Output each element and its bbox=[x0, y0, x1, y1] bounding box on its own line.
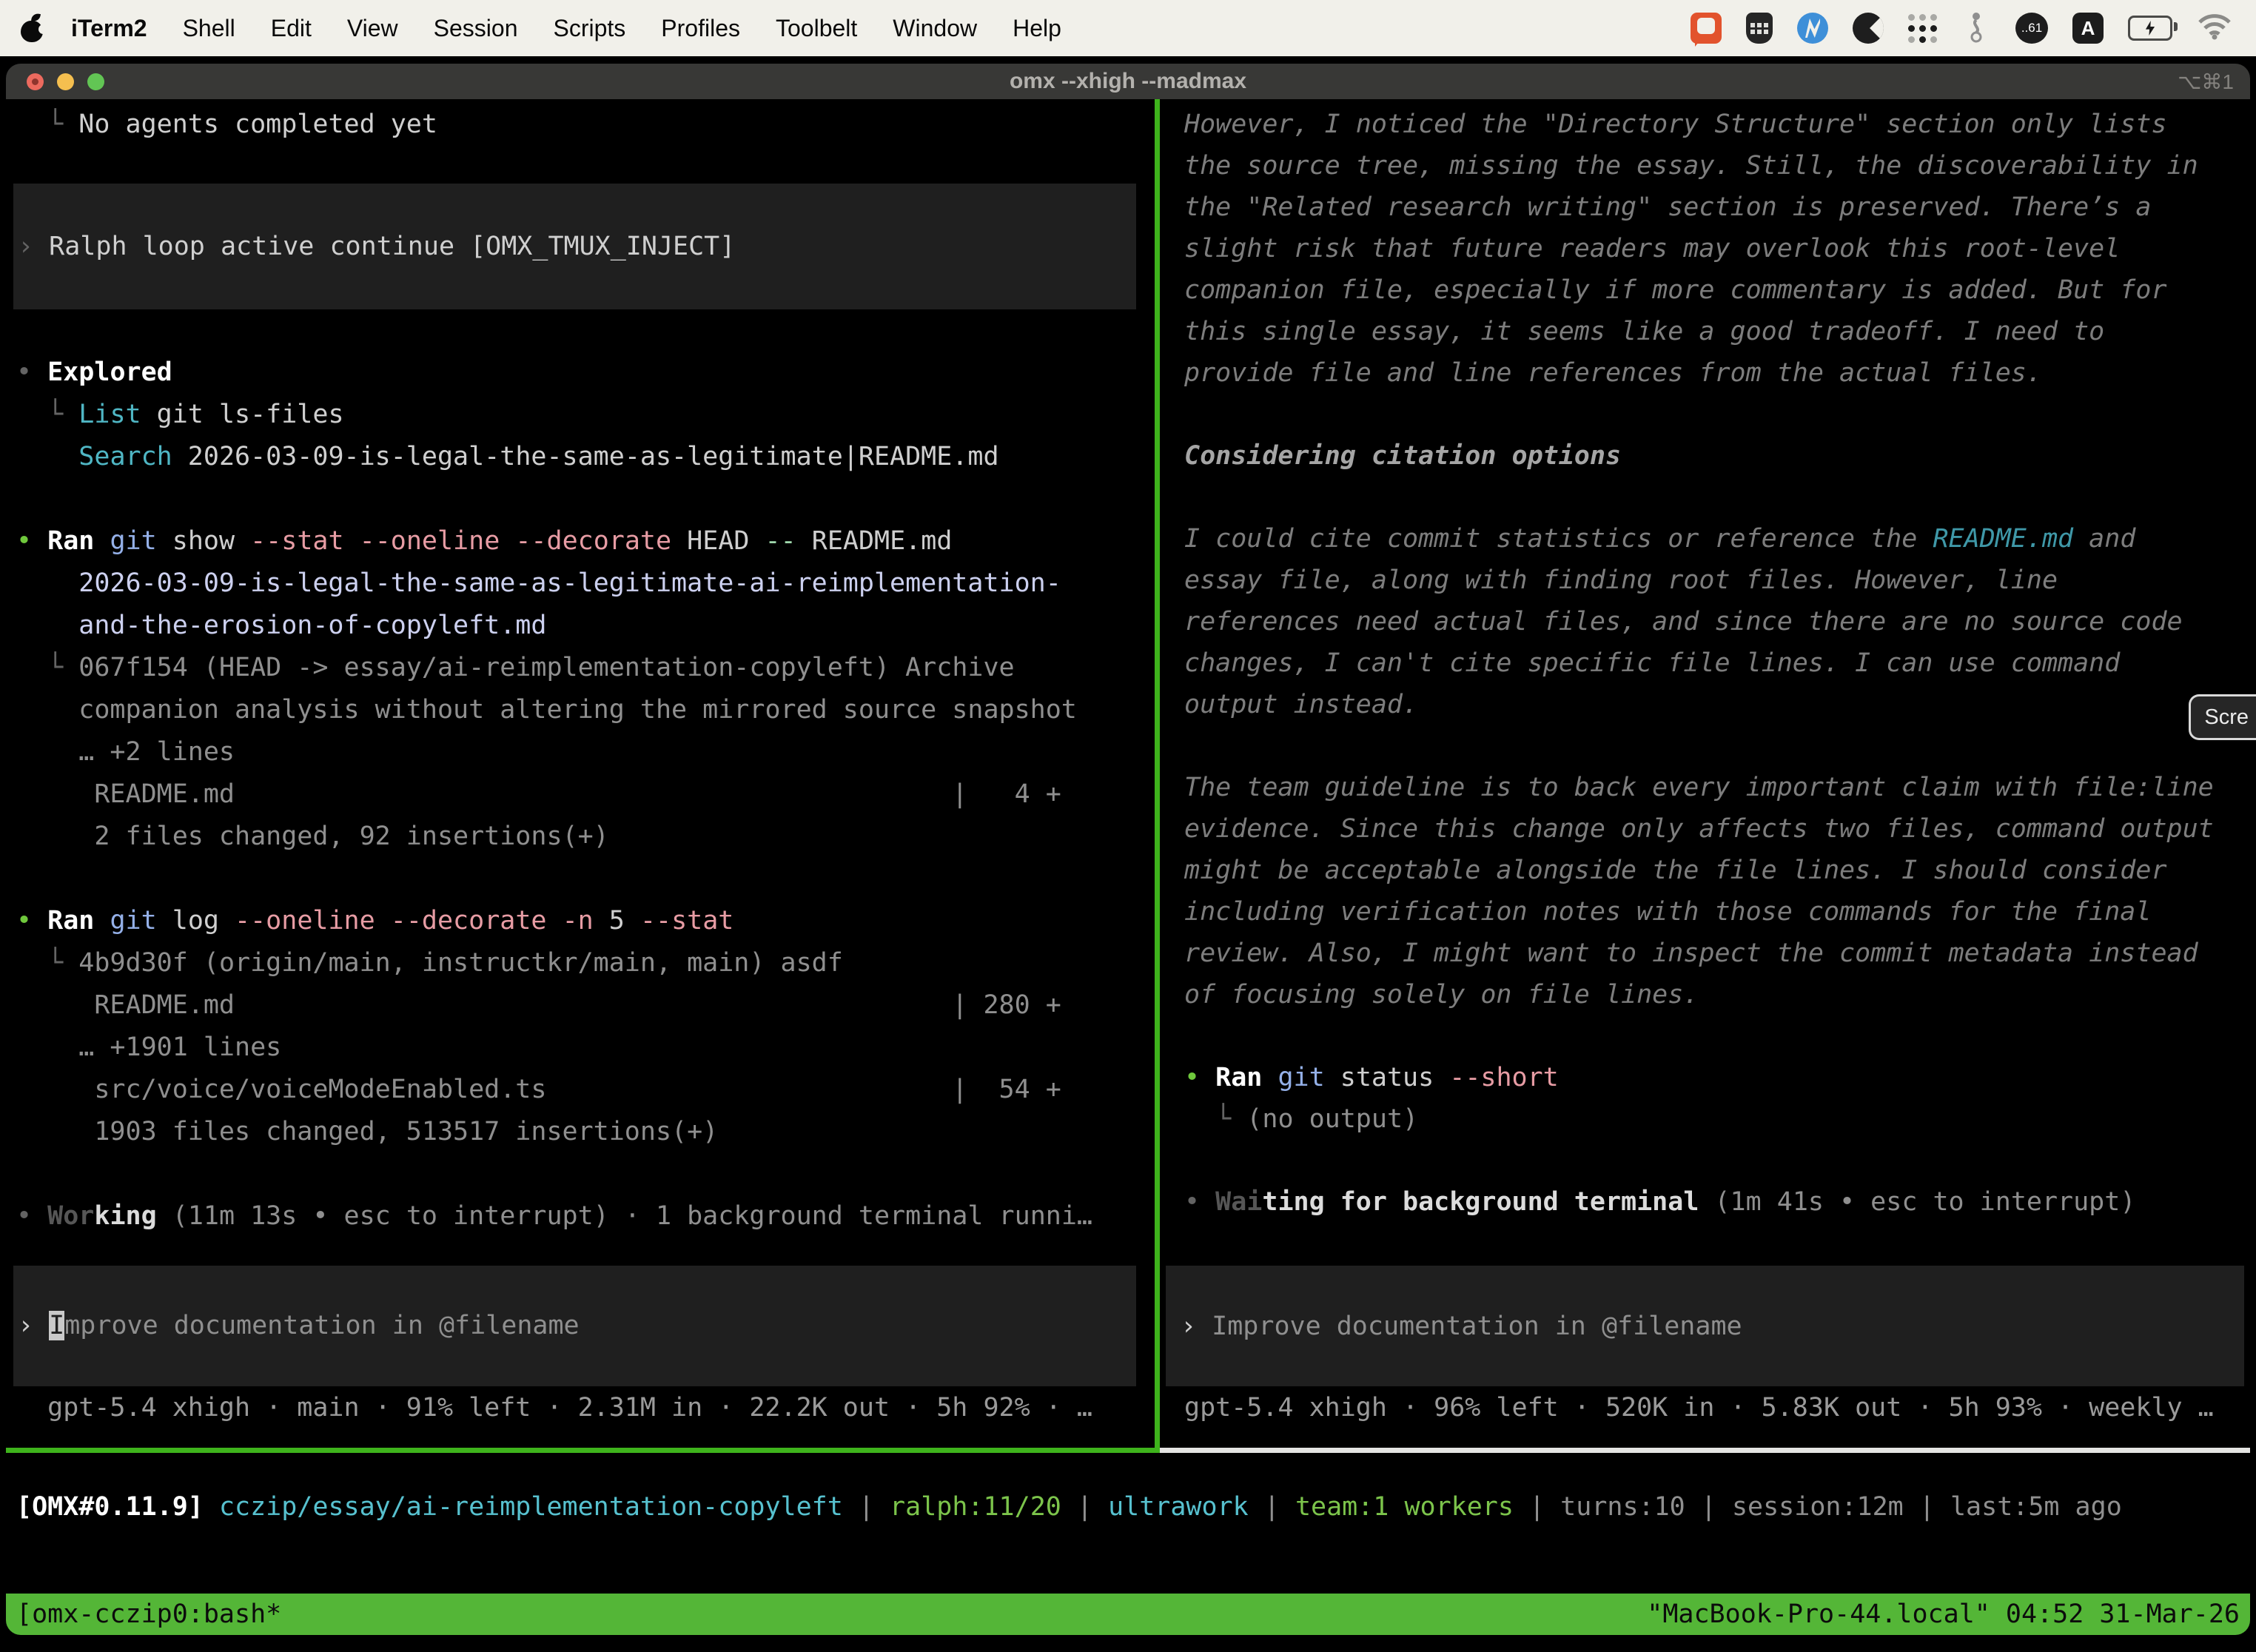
battery-bolt-icon bbox=[2144, 21, 2156, 36]
session-stats-right: gpt-5.4 xhigh · 96% left · 520K in · 5.8… bbox=[1184, 1387, 2250, 1428]
window-title: omx --xhigh --madmax bbox=[6, 69, 2250, 94]
counter-badge-icon[interactable]: ..61 bbox=[2015, 13, 2048, 44]
menu-item[interactable]: Toolbelt bbox=[776, 15, 857, 42]
title-bar[interactable]: omx --xhigh --madmax ⌥⌘1 bbox=[6, 64, 2250, 99]
menu-bar: iTerm2 Shell Edit View Session Scripts Profil… bbox=[0, 0, 2256, 56]
screen-share-overlay-tab[interactable]: Scre bbox=[2189, 694, 2256, 740]
letter-a-icon[interactable]: A bbox=[2072, 13, 2104, 44]
left-pane[interactable]: └ No agents completed yet › Ralph loop a… bbox=[6, 99, 1155, 1453]
loom-icon[interactable] bbox=[1853, 13, 1884, 44]
menu-item[interactable]: Shell bbox=[183, 15, 235, 42]
prompt-input-right[interactable]: › Improve documentation in @filename bbox=[1166, 1266, 2244, 1386]
app-menu-iterm2[interactable]: iTerm2 bbox=[71, 15, 147, 42]
chat-icon[interactable] bbox=[1691, 13, 1722, 44]
menu-item[interactable]: Edit bbox=[271, 15, 312, 42]
menu-items: Shell Edit View Session Scripts Profiles Toolb… bbox=[183, 15, 1097, 42]
session-stats-left: gpt-5.4 xhigh · main · 91% left · 2.31M … bbox=[16, 1387, 1155, 1429]
omx-status-bar: [OMX#0.11.9] cczip/essay/ai-reimplementa… bbox=[16, 1486, 2250, 1528]
iterm-window: omx --xhigh --madmax ⌥⌘1 └ No agents com… bbox=[6, 64, 2250, 1635]
scooter-icon[interactable] bbox=[1961, 10, 1991, 47]
apple-menu-icon[interactable] bbox=[19, 12, 44, 44]
minimize-button[interactable] bbox=[57, 73, 74, 90]
right-pane[interactable]: However, I noticed the "Directory Struct… bbox=[1160, 99, 2250, 1453]
prompt-input-left-text: › Improve documentation in @filename bbox=[18, 1305, 580, 1347]
agent-transcript-right: However, I noticed the "Directory Struct… bbox=[1184, 104, 2250, 1223]
wifi-icon[interactable] bbox=[2197, 13, 2232, 44]
pane-divider[interactable] bbox=[1155, 99, 1160, 1453]
agent-transcript-left: • Explored └ List git ls-files Search 20… bbox=[16, 352, 1155, 1238]
tmux-status-bar: [omx-cczip0:bash* "MacBook-Pro-44.local"… bbox=[6, 1594, 2250, 1635]
tmux-host-clock: "MacBook-Pro-44.local" 04:52 31-Mar-26 bbox=[1647, 1599, 2240, 1629]
menu-item[interactable]: Session bbox=[434, 15, 518, 42]
injected-prompt-box: › Ralph loop active continue [OMX_TMUX_I… bbox=[13, 184, 1136, 309]
menu-status-icons: ..61 A bbox=[1691, 10, 2237, 47]
agents-summary: └ No agents completed yet bbox=[16, 104, 1155, 146]
app-grid-icon[interactable] bbox=[1908, 14, 1937, 43]
verified-badge-icon[interactable] bbox=[1797, 13, 1828, 44]
injected-prompt-text: › Ralph loop active continue [OMX_TMUX_I… bbox=[18, 226, 735, 268]
zoom-button[interactable] bbox=[87, 73, 104, 90]
battery-icon[interactable] bbox=[2128, 16, 2172, 41]
menu-item[interactable]: View bbox=[347, 15, 398, 42]
menu-item[interactable]: Window bbox=[893, 15, 977, 42]
prompt-input-right-text: › Improve documentation in @filename bbox=[1181, 1306, 1742, 1347]
traffic-lights bbox=[27, 64, 104, 99]
tmux-session-label[interactable]: [omx-cczip0:bash* bbox=[16, 1599, 281, 1629]
menu-item[interactable]: Profiles bbox=[661, 15, 740, 42]
window-shortcut-hint: ⌥⌘1 bbox=[2178, 70, 2234, 94]
prompt-input-left[interactable]: › Improve documentation in @filename bbox=[13, 1266, 1136, 1386]
shield-grid-icon[interactable] bbox=[1746, 13, 1773, 44]
menu-item[interactable]: Help bbox=[1013, 15, 1061, 42]
menu-item[interactable]: Scripts bbox=[553, 15, 625, 42]
close-button[interactable] bbox=[27, 73, 44, 90]
